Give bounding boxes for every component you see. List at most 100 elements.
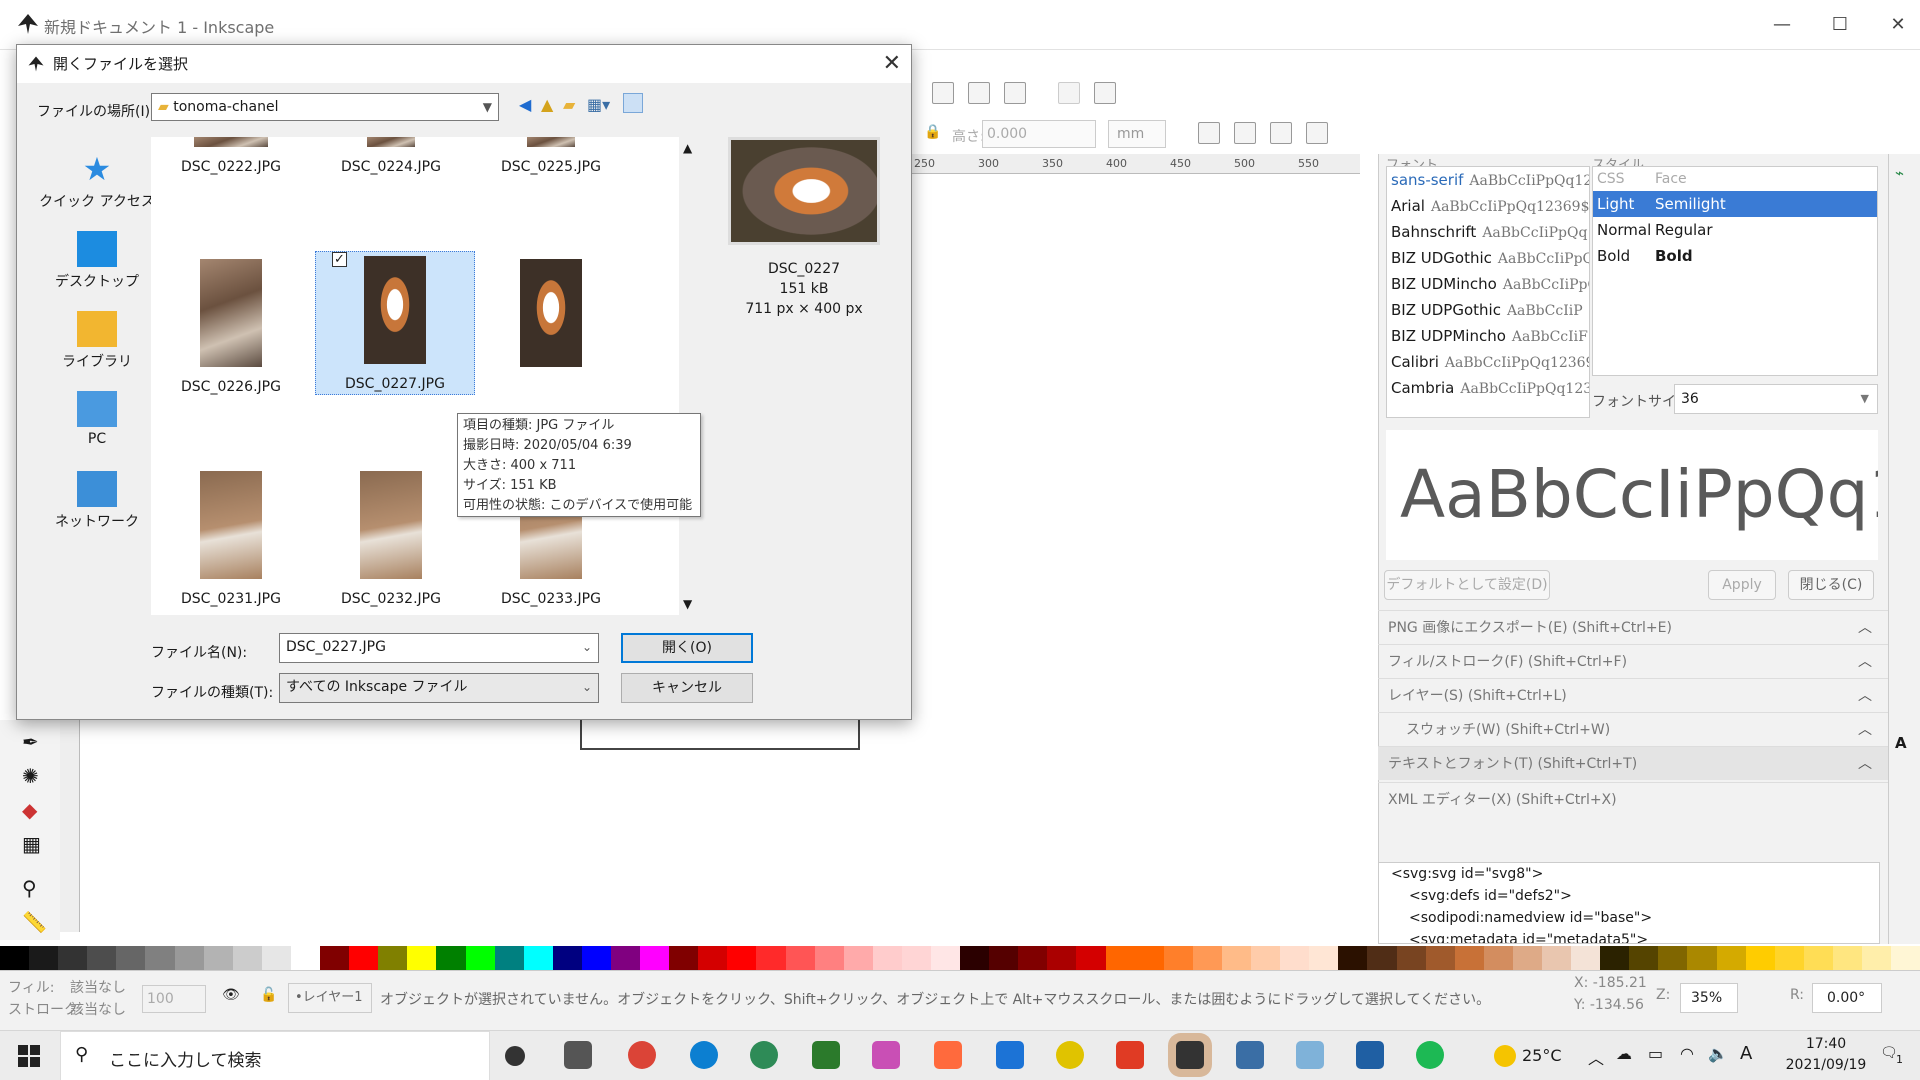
xml-node[interactable]: <svg:svg id="svg8"> xyxy=(1391,863,1879,885)
palette-swatch[interactable] xyxy=(669,946,699,970)
palette-swatch[interactable] xyxy=(1658,946,1688,970)
maximize-button[interactable]: ☐ xyxy=(1820,10,1860,40)
xml-node[interactable]: <sodipodi:namedview id="base"> xyxy=(1391,907,1879,929)
style-row[interactable]: Normal Regular xyxy=(1593,217,1877,243)
spray-tool-icon[interactable]: ✺ xyxy=(22,764,39,788)
dock-fill-stroke[interactable]: フィル/ストローク(F) (Shift+Ctrl+F) ︿ xyxy=(1378,644,1888,678)
palette-swatch[interactable] xyxy=(0,946,30,970)
palette-swatch[interactable] xyxy=(640,946,670,970)
palette-swatch[interactable] xyxy=(1047,946,1077,970)
place-library[interactable]: ライブラリ xyxy=(37,311,157,385)
preview-toggle-icon[interactable] xyxy=(623,93,643,113)
dock-layers[interactable]: レイヤー(S) (Shift+Ctrl+L) ︿ xyxy=(1378,678,1888,712)
globe-icon[interactable] xyxy=(750,1041,778,1069)
palette-swatch[interactable] xyxy=(494,946,524,970)
palette-swatch[interactable] xyxy=(145,946,175,970)
palette-swatch[interactable] xyxy=(756,946,786,970)
ftp-icon[interactable] xyxy=(812,1041,840,1069)
tray-chevron-icon[interactable]: ︿ xyxy=(1588,1045,1604,1069)
file-item[interactable]: DSC_0226.JPG xyxy=(151,255,311,405)
palette-swatch[interactable] xyxy=(1600,946,1630,970)
font-row[interactable]: Arial AaBbCcIiPpQq12369$\ xyxy=(1387,193,1589,219)
palette-swatch[interactable] xyxy=(290,946,321,970)
palette-swatch[interactable] xyxy=(1338,946,1368,970)
cancel-button[interactable]: キャンセル xyxy=(621,673,753,703)
palette-swatch[interactable] xyxy=(1832,946,1862,970)
palette-swatch[interactable] xyxy=(1629,946,1659,970)
file-item[interactable] xyxy=(471,255,631,405)
font-size-combo[interactable]: 36 ▼ xyxy=(1674,384,1878,414)
palette-swatch[interactable] xyxy=(116,946,146,970)
palette-swatch[interactable] xyxy=(901,946,931,970)
palette-swatch[interactable] xyxy=(203,946,233,970)
file-item[interactable]: DSC_0222.JPG xyxy=(151,137,311,175)
font-row[interactable]: BIZ UDPGothic AaBbCcIiP xyxy=(1387,297,1589,323)
palette-swatch[interactable] xyxy=(174,946,204,970)
layer-select[interactable]: •レイヤー1 xyxy=(288,983,372,1013)
palette-swatch[interactable] xyxy=(1105,946,1135,970)
file-item-selected[interactable]: ✓ DSC_0227.JPG xyxy=(315,251,475,395)
font-row[interactable]: BIZ UDMinchoAaBbCcIiPpQ xyxy=(1387,271,1589,297)
zoom-input[interactable]: 35% xyxy=(1680,983,1738,1013)
dialog-close-button[interactable]: ✕ xyxy=(883,45,901,83)
palette-swatch[interactable] xyxy=(1163,946,1193,970)
move-patterns-icon[interactable] xyxy=(1306,122,1328,144)
files-icon[interactable] xyxy=(1296,1041,1324,1069)
color-palette[interactable] xyxy=(0,946,1920,970)
todo-icon[interactable] xyxy=(1056,1041,1084,1069)
palette-swatch[interactable] xyxy=(1396,946,1426,970)
new-folder-icon[interactable]: ▰ xyxy=(563,95,575,114)
task-view-icon[interactable] xyxy=(505,1046,525,1066)
close-panel-button[interactable]: 閉じる(C) xyxy=(1788,570,1874,600)
layers-icon[interactable] xyxy=(932,82,954,104)
palette-swatch[interactable] xyxy=(407,946,437,970)
palette-swatch[interactable] xyxy=(785,946,815,970)
palette-swatch[interactable] xyxy=(960,946,990,970)
up-folder-icon[interactable]: ▲ xyxy=(541,95,553,114)
height-input[interactable]: 0.000 xyxy=(982,120,1096,148)
office-icon[interactable] xyxy=(1116,1041,1144,1069)
palette-swatch[interactable] xyxy=(1687,946,1717,970)
windows-start-icon[interactable] xyxy=(18,1045,40,1067)
palette-swatch[interactable] xyxy=(523,946,553,970)
volume-icon[interactable]: 🔈 xyxy=(1708,1044,1728,1063)
location-combo[interactable]: ▰ tonoma-chanel ▼ xyxy=(151,93,499,121)
palette-swatch[interactable] xyxy=(1309,946,1339,970)
fill-tool-icon[interactable]: ▦ xyxy=(22,832,41,856)
palette-swatch[interactable] xyxy=(1541,946,1572,970)
clock-time[interactable]: 17:40 xyxy=(1794,1036,1858,1052)
minimize-button[interactable]: — xyxy=(1762,10,1802,40)
dock-xml-editor[interactable]: XML エディター(X) (Shift+Ctrl+X) xyxy=(1378,782,1888,816)
font-row[interactable]: CambriaAaBbCcIiPpQq12369 xyxy=(1387,375,1589,401)
palette-swatch[interactable] xyxy=(1774,946,1804,970)
calligraphy-tool-icon[interactable]: ✒ xyxy=(22,730,39,754)
filetype-select[interactable]: すべての Inkscape ファイル ⌄ xyxy=(279,673,599,703)
dock-export-png[interactable]: PNG 画像にエクスポート(E) (Shift+Ctrl+E) ︿ xyxy=(1378,610,1888,644)
palette-swatch[interactable] xyxy=(1745,946,1775,970)
set-default-button[interactable]: デフォルトとして設定(D) xyxy=(1384,570,1550,600)
palette-swatch[interactable] xyxy=(698,946,728,970)
palette-swatch[interactable] xyxy=(814,946,844,970)
palette-swatch[interactable] xyxy=(1862,946,1892,970)
palette-swatch[interactable] xyxy=(320,946,350,970)
xml-editor-icon[interactable] xyxy=(968,82,990,104)
palette-swatch[interactable] xyxy=(1425,946,1455,970)
open-button[interactable]: 開く(O) xyxy=(621,633,753,663)
font-row[interactable]: BahnschriftAaBbCcIiPpQq123 xyxy=(1387,219,1589,245)
photos-icon[interactable] xyxy=(1356,1041,1384,1069)
file-item[interactable]: DSC_0224.JPG xyxy=(311,137,471,175)
preferences-icon[interactable] xyxy=(1094,82,1116,104)
palette-swatch[interactable] xyxy=(872,946,902,970)
xml-node[interactable]: <svg:defs id="defs2"> xyxy=(1391,885,1879,907)
chrome-icon[interactable] xyxy=(628,1041,656,1069)
mail-icon[interactable] xyxy=(996,1041,1024,1069)
palette-swatch[interactable] xyxy=(1483,946,1513,970)
style-row-selected[interactable]: Light Semilight xyxy=(1593,191,1877,217)
place-network[interactable]: ネットワーク xyxy=(37,471,157,545)
eraser-tool-icon[interactable]: ◆ xyxy=(22,798,37,822)
spotify-icon[interactable] xyxy=(1416,1041,1444,1069)
zoom-tool-icon[interactable]: ⚲ xyxy=(22,876,37,900)
paint-icon[interactable] xyxy=(934,1041,962,1069)
xml-node[interactable]: <svg:metadata id="metadata5"> xyxy=(1391,929,1879,943)
weather-icon[interactable] xyxy=(1494,1045,1516,1067)
